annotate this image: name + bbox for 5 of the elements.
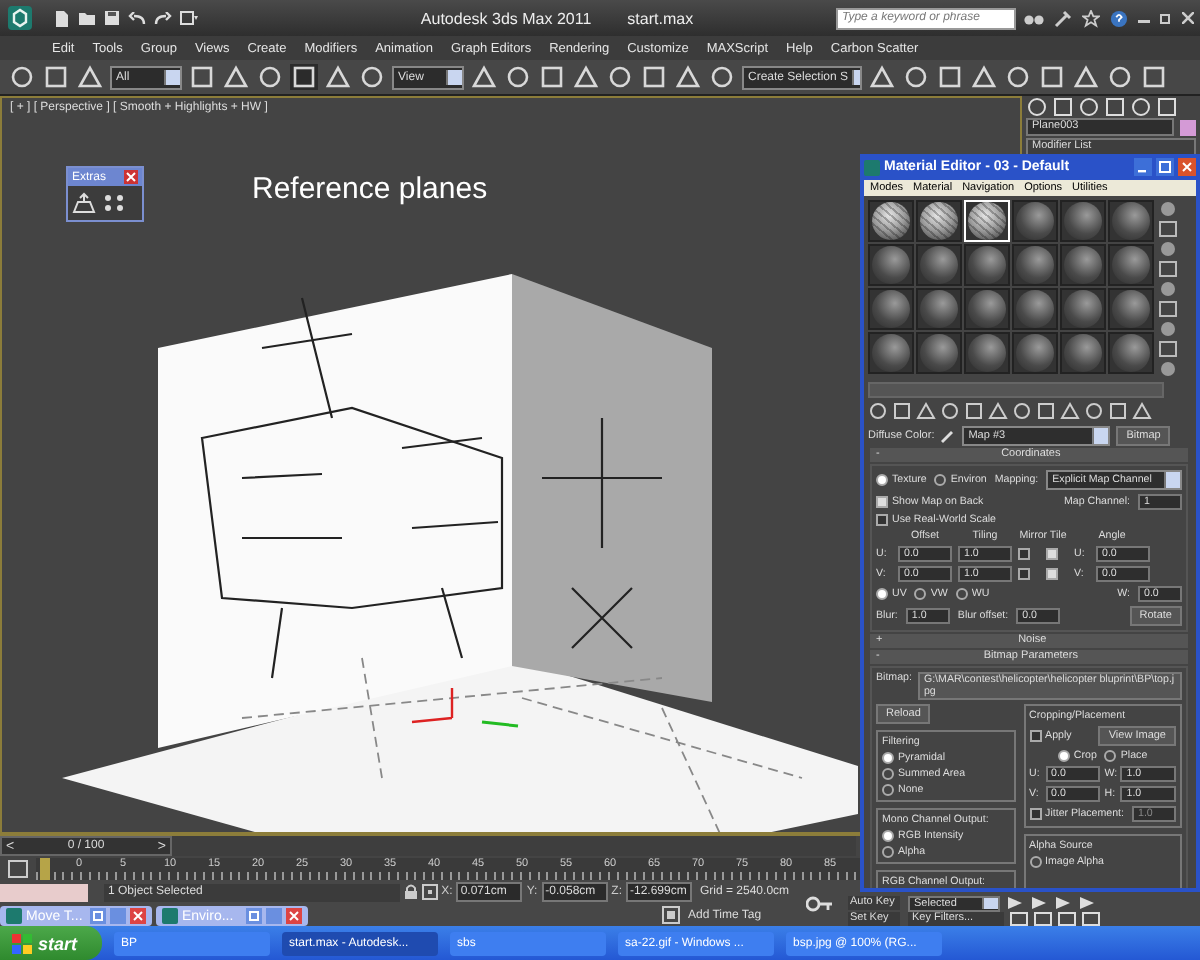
app-title: Autodesk 3ds Max 2011 (420, 9, 592, 27)
file-title: start.max (627, 9, 694, 27)
viewport-caption: Reference planes (252, 172, 488, 206)
start-button[interactable]: start (0, 926, 102, 960)
start-label: start (38, 933, 78, 953)
